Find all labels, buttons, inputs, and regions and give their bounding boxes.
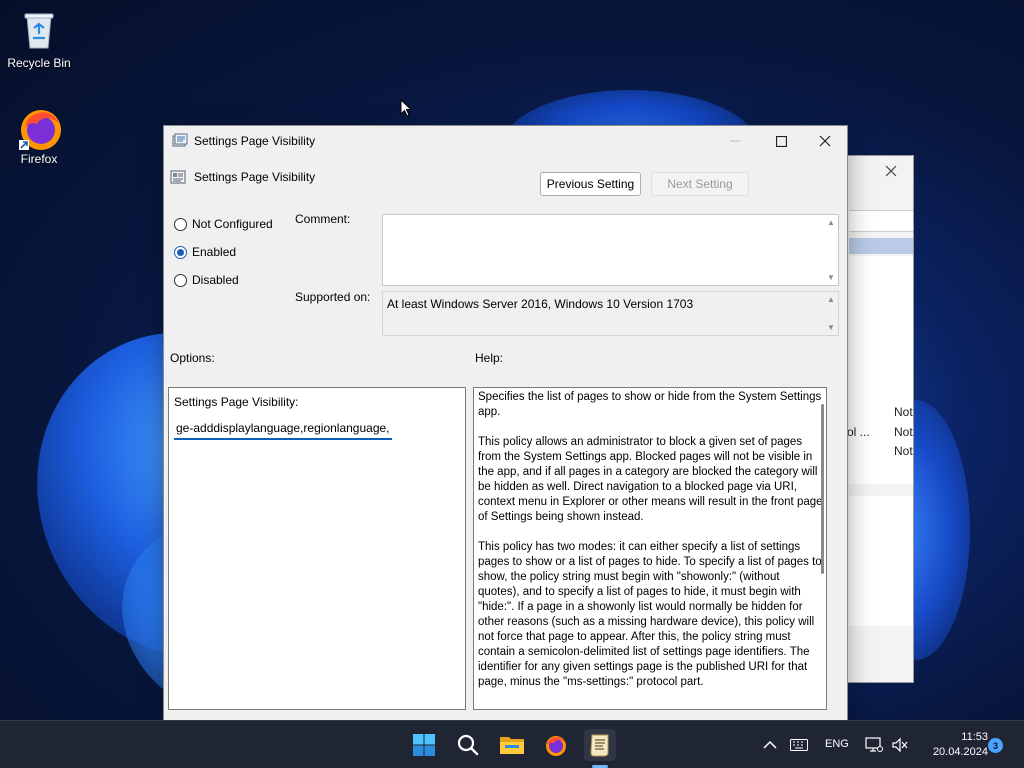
clock-time: 11:53 xyxy=(961,731,988,743)
help-scrollbar-thumb[interactable] xyxy=(821,404,824,574)
help-panel: Specifies the list of pages to show or h… xyxy=(473,387,827,710)
radio-label: Not Configured xyxy=(192,217,273,231)
search-button[interactable] xyxy=(452,729,484,761)
close-icon[interactable] xyxy=(885,165,897,177)
minimize-icon xyxy=(730,140,740,142)
radio-label: Enabled xyxy=(192,245,237,259)
file-explorer-button[interactable] xyxy=(496,729,528,761)
network-icon xyxy=(865,737,883,752)
radio-label: Disabled xyxy=(192,273,239,287)
supported-on-field: At least Windows Server 2016, Windows 10… xyxy=(382,291,839,336)
minimize-button[interactable] xyxy=(712,126,758,156)
policy-setting-icon xyxy=(170,170,186,184)
network-button[interactable] xyxy=(861,729,887,761)
maximize-icon xyxy=(775,135,787,147)
supported-scrollbar[interactable]: ▲ ▼ xyxy=(826,295,836,332)
clock-date: 20.04.2024 xyxy=(932,746,988,758)
policy-editor-taskbar-button[interactable] xyxy=(584,729,616,761)
start-button[interactable] xyxy=(408,729,440,761)
desktop-icon-label: Firefox xyxy=(20,152,58,166)
background-row-text: Not xyxy=(894,405,913,419)
desktop-icon-label: Recycle Bin xyxy=(7,56,71,70)
radio-indicator xyxy=(174,245,187,259)
volume-button[interactable] xyxy=(887,729,913,761)
help-paragraph: This policy allows an administrator to b… xyxy=(478,436,823,523)
background-row-text: Not xyxy=(894,444,913,458)
radio-indicator xyxy=(174,273,187,287)
help-text: Specifies the list of pages to show or h… xyxy=(478,390,824,705)
help-paragraph: This policy has two modes: it can either… xyxy=(478,541,822,688)
options-label: Options: xyxy=(170,351,215,365)
language-indicator[interactable]: ENG xyxy=(825,738,849,750)
keyboard-icon xyxy=(790,739,808,751)
next-setting-button[interactable]: Next Setting xyxy=(651,172,749,196)
title-bar[interactable]: Settings Page Visibility xyxy=(164,126,847,156)
supported-on-label: Supported on: xyxy=(295,290,371,304)
taskbar: ENG 11:53 20.04.2024 3 xyxy=(0,720,1024,768)
help-paragraph: Specifies the list of pages to show or h… xyxy=(478,391,822,418)
comment-textarea[interactable]: ▲ ▼ xyxy=(382,214,839,286)
radio-enabled[interactable]: Enabled xyxy=(174,243,236,261)
radio-disabled[interactable]: Disabled xyxy=(174,271,239,289)
close-icon xyxy=(819,135,831,147)
firefox-taskbar-button[interactable] xyxy=(540,729,572,761)
policy-editor-icon xyxy=(590,734,609,757)
background-selection xyxy=(849,238,913,254)
desktop-icon-firefox[interactable]: Firefox xyxy=(1,104,77,166)
file-explorer-icon xyxy=(500,737,524,754)
radio-indicator xyxy=(174,217,187,231)
firefox-icon xyxy=(546,736,566,756)
radio-not-configured[interactable]: Not Configured xyxy=(174,215,273,233)
desktop-icon-recycle-bin[interactable]: Recycle Bin xyxy=(1,8,77,70)
options-panel: Settings Page Visibility: ge-adddisplayl… xyxy=(168,387,466,710)
show-hidden-icons-button[interactable] xyxy=(756,729,784,761)
background-pane xyxy=(849,496,913,626)
notification-badge[interactable]: 3 xyxy=(988,738,1003,753)
start-icon xyxy=(413,734,435,756)
supported-on-value: At least Windows Server 2016, Windows 10… xyxy=(387,297,694,311)
comment-label: Comment: xyxy=(295,212,351,226)
background-row-text: Not xyxy=(894,425,913,439)
scroll-up-icon[interactable]: ▲ xyxy=(827,218,835,227)
clock[interactable]: 11:53 20.04.2024 xyxy=(916,730,988,760)
settings-page-visibility-input[interactable]: ge-adddisplaylanguage,regionlanguage, xyxy=(174,418,392,440)
firefox-icon xyxy=(17,104,61,150)
mouse-cursor-icon xyxy=(400,99,412,117)
background-toolbar xyxy=(849,210,913,232)
chevron-up-icon xyxy=(763,740,777,749)
comment-scrollbar[interactable]: ▲ ▼ xyxy=(826,218,836,282)
scroll-down-icon[interactable]: ▼ xyxy=(827,273,835,282)
policy-setting-dialog[interactable]: Settings Page Visibility Settings Page V… xyxy=(163,125,848,721)
recycle-bin-icon xyxy=(17,8,61,52)
volume-muted-icon xyxy=(892,737,908,753)
options-field-label: Settings Page Visibility: xyxy=(174,395,299,409)
keyboard-button[interactable] xyxy=(785,729,813,761)
scroll-down-icon[interactable]: ▼ xyxy=(827,323,835,332)
scroll-up-icon[interactable]: ▲ xyxy=(827,295,835,304)
help-label: Help: xyxy=(475,351,504,365)
search-icon xyxy=(457,734,479,756)
policy-editor-icon xyxy=(172,133,188,147)
previous-setting-button[interactable]: Previous Setting xyxy=(540,172,641,196)
maximize-button[interactable] xyxy=(758,126,804,156)
close-button[interactable] xyxy=(802,126,848,156)
window-title: Settings Page Visibility xyxy=(194,134,316,148)
setting-name: Settings Page Visibility xyxy=(194,170,316,184)
